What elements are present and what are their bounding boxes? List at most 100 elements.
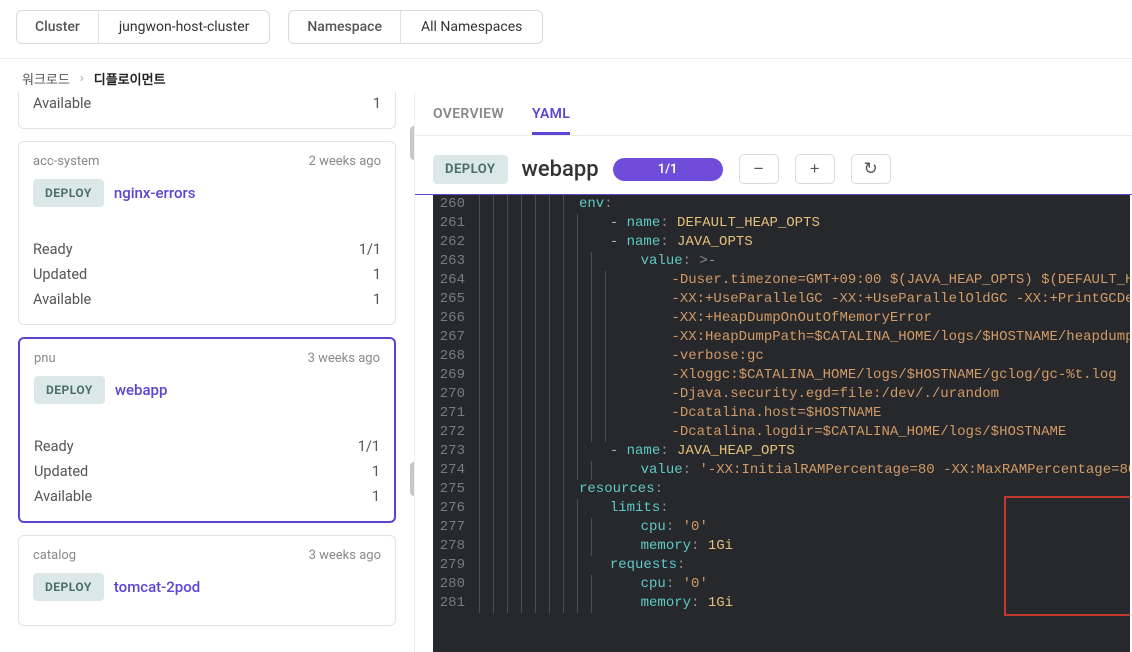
scale-up-button[interactable]: + <box>795 154 835 184</box>
cluster-select[interactable]: Cluster jungwon-host-cluster <box>16 10 270 44</box>
tab-overview[interactable]: OVERVIEW <box>433 106 504 135</box>
code-text: cpu: '0' <box>605 518 708 537</box>
stat-label: Available <box>33 291 91 308</box>
line-number: 276 <box>433 499 473 518</box>
stat-value: 1 <box>373 291 381 308</box>
fold-guides <box>473 423 619 442</box>
code-text: requests: <box>591 556 685 575</box>
code-line[interactable]: 280 cpu: '0' <box>433 575 1130 594</box>
code-text: memory: 1Gi <box>605 594 733 613</box>
line-number: 275 <box>433 480 473 499</box>
code-line[interactable]: 272 -Dcatalina.logdir=$CATALINA_HOME/log… <box>433 423 1130 442</box>
fold-guides <box>473 404 619 423</box>
code-line[interactable]: 275resources: <box>433 480 1130 499</box>
deployment-name[interactable]: nginx-errors <box>114 184 196 202</box>
code-text: -XX:HeapDumpPath=$CATALINA_HOME/logs/$HO… <box>619 328 1130 347</box>
code-line[interactable]: 264 -Duser.timezone=GMT+09:00 $(JAVA_HEA… <box>433 271 1130 290</box>
stat-row: Available1 <box>34 484 380 509</box>
scrollbar-thumb[interactable] <box>410 462 414 496</box>
detail-panel: OVERVIEW YAML DEPLOY webapp 1/1 − + ↻ 26… <box>414 92 1132 652</box>
code-text: - name: JAVA_OPTS <box>591 233 753 252</box>
yaml-editor[interactable]: 260env:261 - name: DEFAULT_HEAP_OPTS262 … <box>433 195 1130 652</box>
fold-guides <box>473 290 619 309</box>
tab-bar: OVERVIEW YAML <box>415 92 1132 136</box>
code-line[interactable]: 276 limits: <box>433 499 1130 518</box>
deployment-name[interactable]: webapp <box>115 381 168 399</box>
code-line[interactable]: 278 memory: 1Gi <box>433 537 1130 556</box>
namespace-select[interactable]: Namespace All Namespaces <box>288 10 543 44</box>
code-line[interactable]: 268 -verbose:gc <box>433 347 1130 366</box>
line-number: 262 <box>433 233 473 252</box>
code-line[interactable]: 277 cpu: '0' <box>433 518 1130 537</box>
line-number: 274 <box>433 461 473 480</box>
code-line[interactable]: 279 requests: <box>433 556 1130 575</box>
stat-value: 1 <box>373 266 381 283</box>
code-text: -Dcatalina.host=$HOSTNAME <box>619 404 881 423</box>
fold-guides <box>473 518 605 537</box>
deployment-card[interactable]: pnu3 weeks agoDEPLOYwebappReady1/1Update… <box>18 337 396 523</box>
breadcrumb-current: 디플로이먼트 <box>94 69 166 88</box>
namespace-select-label: Namespace <box>289 11 401 43</box>
stat-label: Updated <box>34 463 88 480</box>
breadcrumb-parent[interactable]: 워크로드 <box>22 69 70 88</box>
detail-title: webapp <box>522 157 599 182</box>
code-text: env: <box>577 195 613 214</box>
code-line[interactable]: 274 value: '-XX:InitialRAMPercentage=80 … <box>433 461 1130 480</box>
line-number: 279 <box>433 556 473 575</box>
topbar: Cluster jungwon-host-cluster Namespace A… <box>0 0 1132 59</box>
code-line[interactable]: 265 -XX:+UseParallelGC -XX:+UseParallelO… <box>433 290 1130 309</box>
code-line[interactable]: 263 value: >- <box>433 252 1130 271</box>
stat-row: Updated 1 <box>33 262 381 287</box>
code-line[interactable]: 270 -Djava.security.egd=file:/dev/./uran… <box>433 385 1130 404</box>
code-line[interactable]: 267 -XX:HeapDumpPath=$CATALINA_HOME/logs… <box>433 328 1130 347</box>
code-line[interactable]: 269 -Xloggc:$CATALINA_HOME/logs/$HOSTNAM… <box>433 366 1130 385</box>
card-stats: Ready1/1Updated1Available1 <box>19 92 395 128</box>
code-line[interactable]: 266 -XX:+HeapDumpOnOutOfMemoryError <box>433 309 1130 328</box>
fold-guides <box>473 214 591 233</box>
fold-guides <box>473 461 605 480</box>
code-line[interactable]: 271 -Dcatalina.host=$HOSTNAME <box>433 404 1130 423</box>
deployment-card[interactable]: Ready1/1Updated1Available1 <box>18 92 396 129</box>
code-text: - name: JAVA_HEAP_OPTS <box>591 442 795 461</box>
replica-pill: 1/1 <box>613 158 723 181</box>
card-namespace: catalog <box>33 548 76 563</box>
stat-label: Updated <box>33 266 87 283</box>
line-number: 272 <box>433 423 473 442</box>
deployment-card[interactable]: acc-system2 weeks agoDEPLOYnginx-errorsR… <box>18 141 396 325</box>
line-number: 270 <box>433 385 473 404</box>
code-line[interactable]: 273 - name: JAVA_HEAP_OPTS <box>433 442 1130 461</box>
cluster-select-value[interactable]: jungwon-host-cluster <box>99 11 270 43</box>
line-number: 268 <box>433 347 473 366</box>
fold-guides <box>473 556 591 575</box>
card-stats: Ready1/1Updated1Available1 <box>20 428 394 521</box>
code-text: -verbose:gc <box>619 347 764 366</box>
deploy-badge: DEPLOY <box>33 179 104 207</box>
fold-guides <box>473 594 605 613</box>
scale-down-button[interactable]: − <box>739 154 779 184</box>
code-line[interactable]: 262 - name: JAVA_OPTS <box>433 233 1130 252</box>
scrollbar-thumb[interactable] <box>410 126 414 160</box>
line-number: 265 <box>433 290 473 309</box>
tab-yaml[interactable]: YAML <box>532 106 570 135</box>
code-text: memory: 1Gi <box>605 537 733 556</box>
line-number: 264 <box>433 271 473 290</box>
fold-guides <box>473 233 591 252</box>
stat-label: Available <box>34 488 92 505</box>
code-line[interactable]: 260env: <box>433 195 1130 214</box>
namespace-select-value[interactable]: All Namespaces <box>401 11 542 43</box>
refresh-button[interactable]: ↻ <box>851 154 891 184</box>
fold-guides <box>473 347 619 366</box>
stat-row: Updated1 <box>34 459 380 484</box>
deployment-name[interactable]: tomcat-2pod <box>114 578 200 596</box>
fold-guides <box>473 442 591 461</box>
chevron-right-icon: › <box>80 71 84 86</box>
line-number: 266 <box>433 309 473 328</box>
cluster-select-label: Cluster <box>17 11 99 43</box>
stat-label: Ready <box>33 241 73 258</box>
deployment-card[interactable]: catalog3 weeks agoDEPLOYtomcat-2pod <box>18 535 396 626</box>
fold-guides <box>473 271 619 290</box>
code-line[interactable]: 281 memory: 1Gi <box>433 594 1130 613</box>
code-text: limits: <box>591 499 669 518</box>
fold-guides <box>473 195 577 214</box>
code-line[interactable]: 261 - name: DEFAULT_HEAP_OPTS <box>433 214 1130 233</box>
